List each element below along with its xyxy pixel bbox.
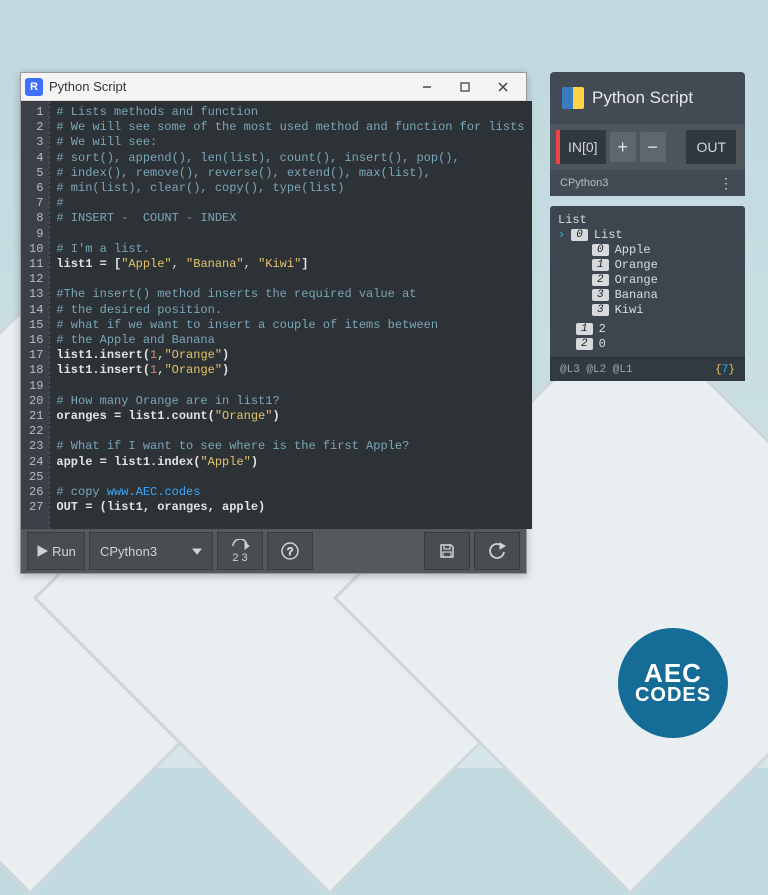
output-item[interactable]: 12 — [558, 321, 737, 336]
output-item[interactable]: 3Banana — [558, 287, 737, 302]
node-title: Python Script — [592, 88, 693, 108]
footer-count: {7} — [715, 364, 735, 376]
node-header[interactable]: Python Script — [550, 72, 745, 124]
editor-titlebar[interactable]: R Python Script — [21, 73, 526, 101]
node-menu-icon[interactable]: ⋮ — [719, 175, 735, 192]
node-ports-row: IN[0] + − OUT — [550, 124, 745, 170]
svg-text:?: ? — [287, 546, 293, 558]
migrate-label: 2 3 — [232, 553, 247, 564]
add-input-button[interactable]: + — [610, 132, 636, 162]
python-editor-window: R Python Script 1 2 3 4 5 6 7 8 9 10 11 … — [20, 72, 527, 574]
line-number-gutter: 1 2 3 4 5 6 7 8 9 10 11 12 13 14 15 16 1… — [21, 101, 49, 529]
node-subheader: CPython3 ⋮ — [550, 170, 745, 196]
output-item[interactable]: 3Kiwi — [558, 302, 737, 317]
python-icon — [562, 87, 584, 109]
output-header: List — [558, 212, 737, 227]
interpreter-label: CPython3 — [100, 544, 157, 559]
migrate-button[interactable]: 2 3 — [217, 532, 263, 570]
run-label: Run — [52, 544, 76, 559]
save-button[interactable] — [424, 532, 470, 570]
code-content[interactable]: # Lists methods and function # We will s… — [49, 101, 532, 529]
editor-title: Python Script — [49, 79, 126, 94]
output-item[interactable]: 20 — [558, 336, 737, 351]
output-port-label: OUT — [696, 139, 726, 155]
maximize-button[interactable] — [446, 74, 484, 100]
caret-icon: › — [558, 228, 565, 242]
code-editor[interactable]: 1 2 3 4 5 6 7 8 9 10 11 12 13 14 15 16 1… — [21, 101, 526, 529]
output-item[interactable]: 0Apple — [558, 242, 737, 257]
close-button[interactable] — [484, 74, 522, 100]
output-port[interactable]: OUT — [686, 130, 739, 164]
footer-levels: @L3 @L2 @L1 — [560, 364, 633, 376]
node-output-preview[interactable]: List › 0 List 0Apple1Orange2Orange3Banan… — [550, 206, 745, 381]
dynamo-python-node: Python Script IN[0] + − OUT CPython3 ⋮ L… — [550, 72, 745, 381]
output-root[interactable]: › 0 List — [558, 227, 737, 242]
help-button[interactable]: ? — [267, 532, 313, 570]
input-port-label: IN[0] — [568, 139, 598, 155]
output-item[interactable]: 1Orange — [558, 257, 737, 272]
output-item[interactable]: 2Orange — [558, 272, 737, 287]
run-button[interactable]: Run — [27, 532, 85, 570]
interpreter-select[interactable]: CPython3 — [89, 532, 213, 570]
input-port-0[interactable]: IN[0] — [556, 130, 606, 164]
revit-app-icon: R — [25, 78, 43, 96]
engine-label: CPython3 — [560, 177, 608, 189]
remove-input-button[interactable]: − — [640, 132, 666, 162]
editor-toolbar: Run CPython3 2 3 ? — [21, 529, 526, 573]
minimize-button[interactable] — [408, 74, 446, 100]
node-output-footer: @L3 @L2 @L1 {7} — [550, 357, 745, 381]
aec-codes-logo: AEC CODES — [618, 628, 728, 738]
revert-button[interactable] — [474, 532, 520, 570]
